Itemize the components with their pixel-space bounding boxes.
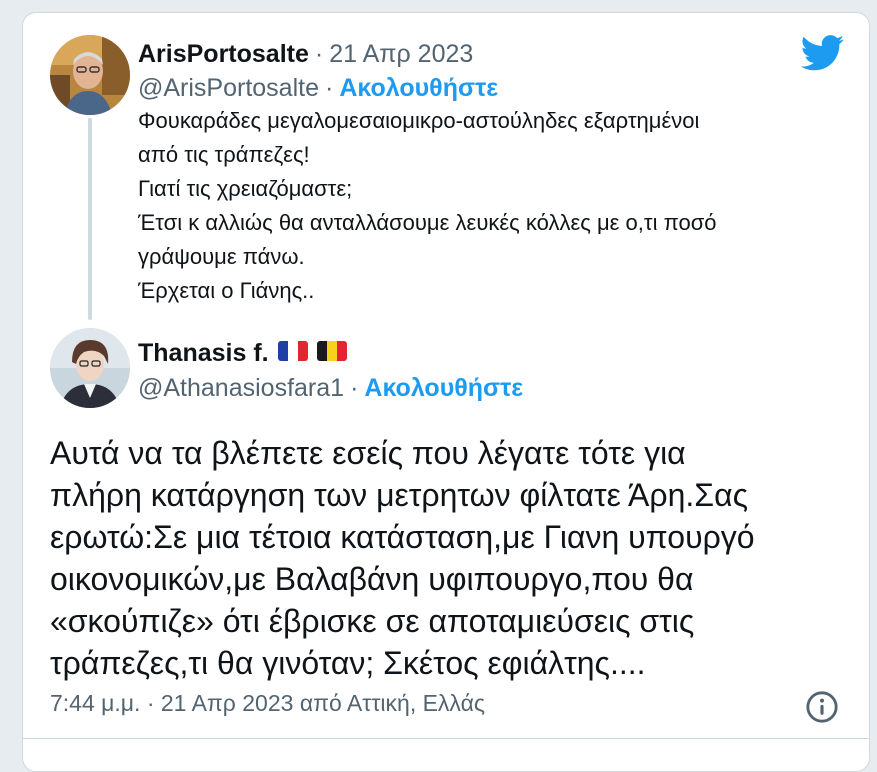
tweet-timestamp-location[interactable]: 7:44 μ.μ. · 21 Απρ 2023 από Αττική, Ελλά… — [50, 690, 485, 717]
follow-button-main[interactable]: Ακολουθήστε — [364, 374, 523, 403]
quoted-text-line: Γιατί τις χρειαζόμαστε; — [138, 176, 353, 201]
follow-button-quoted[interactable]: Ακολουθήστε — [339, 74, 498, 103]
quoted-tweet-header: ArisPortosalte · 21 Απρ 2023 — [138, 40, 473, 69]
main-tweet-handle-row: @Athanasiosfara1 · Ακολουθήστε — [138, 374, 523, 403]
thread-connector-line — [88, 118, 92, 320]
main-text-line: Αυτά να τα βλέπετε εσείς που λέγατε τότε… — [50, 435, 686, 471]
card-bottom-divider — [22, 738, 870, 739]
main-handle[interactable]: @Athanasiosfara1 — [138, 374, 344, 403]
main-text-line: πλήρη κατάργηση των μετρητων φίλτατε Άρη… — [50, 477, 748, 513]
handle-separator: · — [325, 74, 334, 102]
avatar-arisportosalte[interactable] — [50, 35, 130, 115]
main-display-name[interactable]: Thanasis f. — [138, 339, 269, 368]
main-text-line: ερωτώ:Σε μια τέτοια κατάσταση,με Γιανη υ… — [50, 519, 755, 555]
quoted-text-line: από τις τράπεζες! — [138, 142, 310, 167]
handle-separator: · — [350, 374, 359, 402]
main-tweet-text: Αυτά να τα βλέπετε εσείς που λέγατε τότε… — [50, 432, 840, 684]
avatar-athanasiosfara1[interactable] — [50, 328, 130, 408]
quoted-text-line: γράψουμε πάνω. — [138, 244, 305, 269]
info-icon[interactable] — [805, 690, 839, 724]
quoted-tweet-handle-row: @ArisPortosalte · Ακολουθήστε — [138, 74, 498, 103]
main-text-line: οικονομικών,με Βαλαβάνη υφιπουργο,που θα — [50, 561, 694, 597]
quoted-text-line: Έτσι κ αλλιώς θα ανταλλάσουμε λευκές κόλ… — [138, 210, 717, 235]
quoted-tweet-date[interactable]: 21 Απρ 2023 — [329, 40, 473, 69]
main-text-line: τράπεζες,τι θα γινόταν; Σκέτος εφιάλτης.… — [50, 645, 646, 681]
twitter-bird-icon[interactable] — [801, 35, 845, 71]
quoted-tweet-text: Φουκαράδες μεγαλομεσαιομικρο-αστούληδες … — [138, 104, 838, 308]
quoted-text-line: Έρχεται ο Γιάνης.. — [138, 278, 315, 303]
quoted-display-name[interactable]: ArisPortosalte — [138, 40, 309, 69]
header-separator: · — [314, 40, 324, 68]
flag-belgium-icon — [316, 341, 347, 361]
flag-france-icon — [277, 341, 308, 361]
quoted-text-line: Φουκαράδες μεγαλομεσαιομικρο-αστούληδες … — [138, 108, 700, 133]
quoted-handle[interactable]: @ArisPortosalte — [138, 74, 319, 103]
main-text-line: «σκούπιζε» ότι έβρισκε σε αποταμιεύσεις … — [50, 603, 695, 639]
main-tweet-header: Thanasis f. — [138, 339, 347, 368]
